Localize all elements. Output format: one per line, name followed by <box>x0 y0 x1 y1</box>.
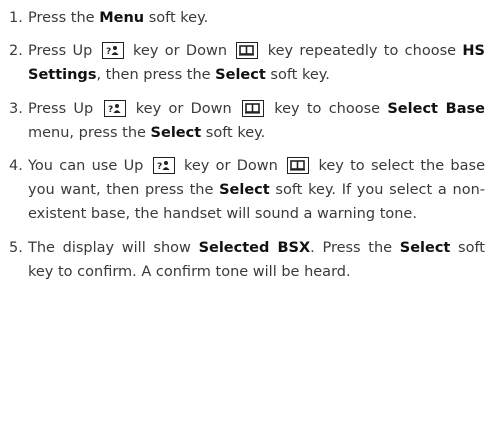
step-1: 1. Press the Menu soft key. <box>9 6 485 30</box>
down-key-icon <box>236 42 259 60</box>
step-text: Press Up ? key or Down key to choose Sel… <box>28 99 485 141</box>
select-softkey-label: Select <box>399 239 451 256</box>
step-number: 1. <box>9 10 23 26</box>
up-key-icon: ? <box>103 99 126 117</box>
svg-text:?: ? <box>157 162 162 171</box>
step-5: 5. The display will show Selected BSX. P… <box>9 236 485 284</box>
up-key-icon: ? <box>152 157 175 175</box>
step-number: 3. <box>9 100 23 117</box>
step-3: 3. Press Up ? key or Down key to choose … <box>9 97 485 145</box>
down-key-icon <box>287 157 310 175</box>
down-key-icon <box>241 99 264 117</box>
step-number: 4. <box>9 158 23 175</box>
select-softkey-label: Select <box>215 67 266 84</box>
menu-softkey-label: Menu <box>99 10 145 26</box>
step-text: You can use Up ? key or Down key to sele… <box>28 157 486 223</box>
step-number: 2. <box>9 43 23 60</box>
select-softkey-label: Select <box>150 124 202 141</box>
step-text: Press Up ? key or Down key repeatedly to… <box>28 42 485 84</box>
select-softkey-label: Select <box>219 182 270 199</box>
step-text: Press the Menu soft key. <box>28 10 209 26</box>
step-number: 5. <box>9 239 23 256</box>
svg-text:?: ? <box>106 47 111 56</box>
step-4: 4. You can use Up ? key or Down key to s… <box>9 154 485 227</box>
selected-bsx-label: Selected BSX <box>198 239 311 256</box>
step-text: The display will show Selected BSX. Pres… <box>28 239 485 280</box>
select-base-label: Select Base <box>387 100 485 117</box>
up-key-icon: ? <box>101 42 124 60</box>
step-2: 2. Press Up ? key or Down key repeatedly… <box>9 39 485 87</box>
instruction-list: 1. Press the Menu soft key. 2. Press Up … <box>9 6 485 293</box>
svg-text:?: ? <box>108 105 113 114</box>
